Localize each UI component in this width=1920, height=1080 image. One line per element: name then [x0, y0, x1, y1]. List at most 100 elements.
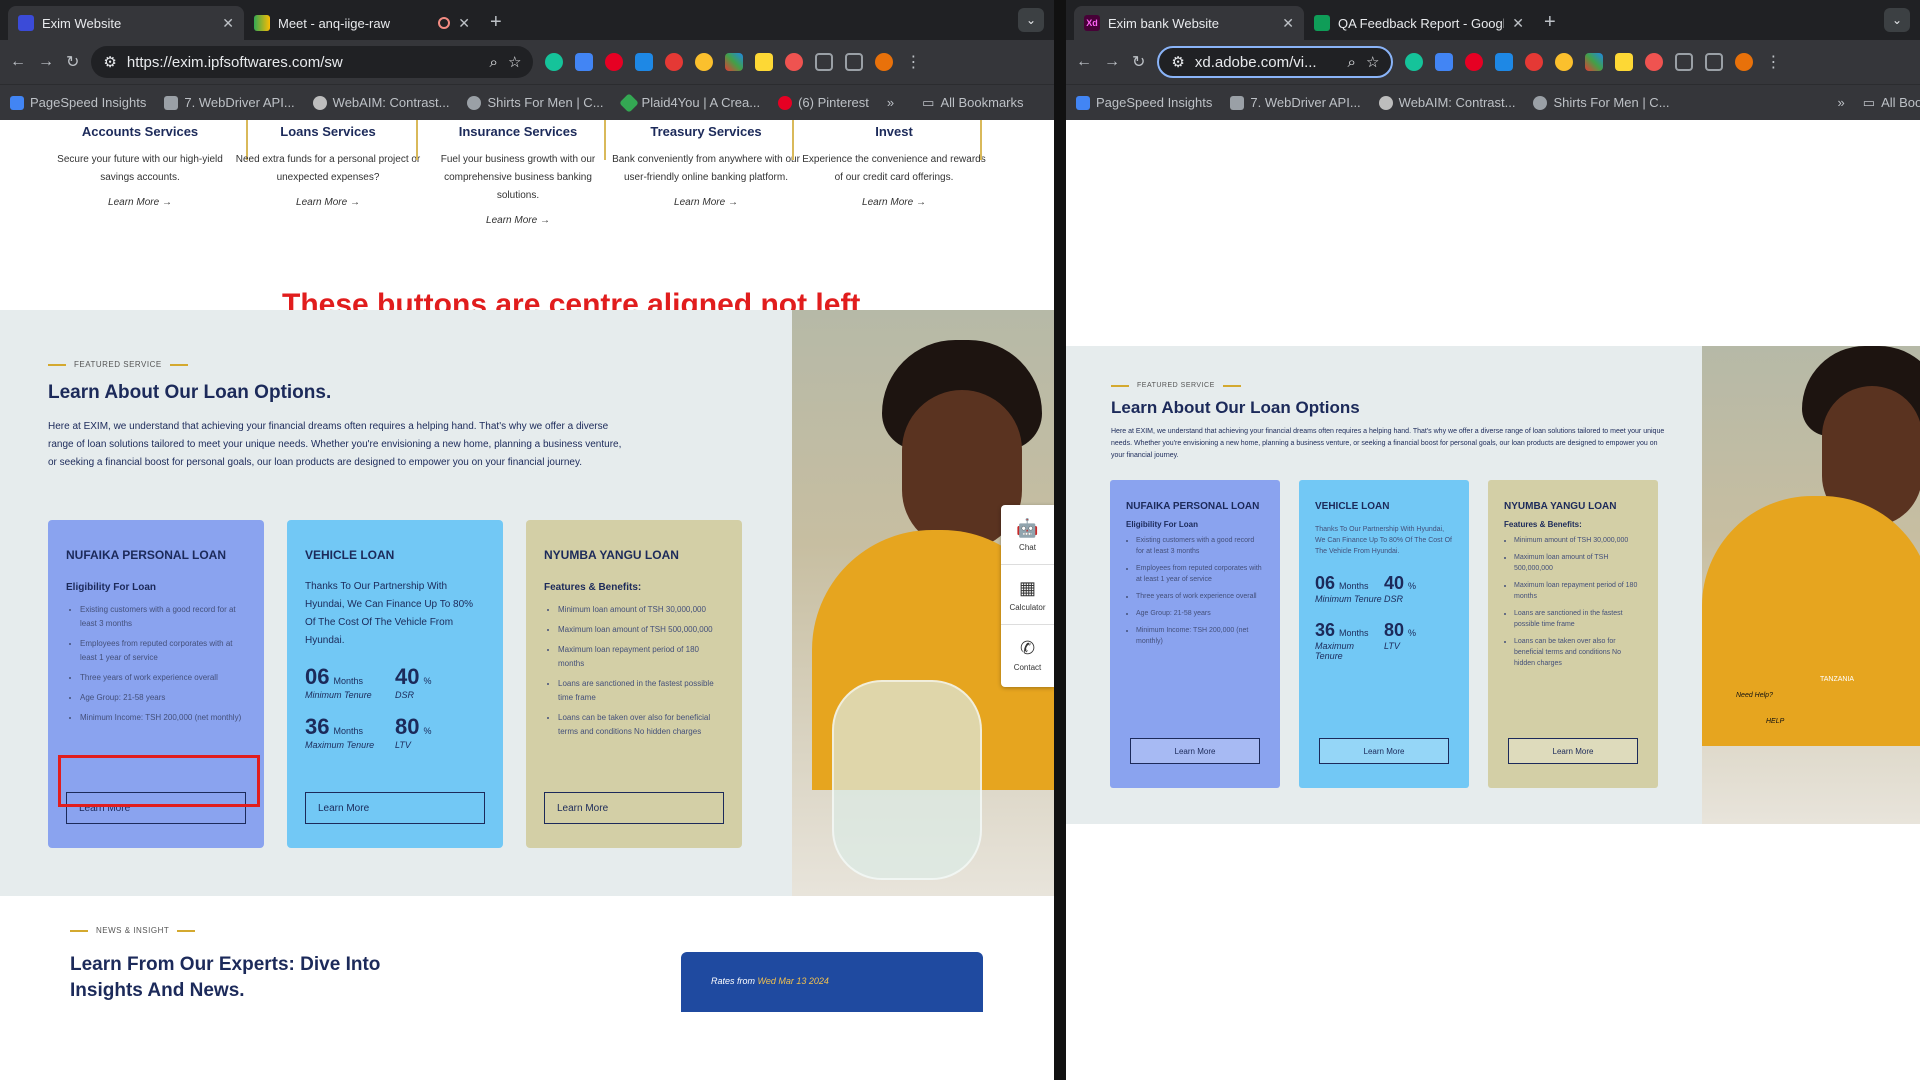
extensions-puzzle-icon[interactable]	[815, 53, 834, 71]
list-item: Maximum loan amount of TSH 500,000,000	[558, 623, 724, 637]
robot-icon: 🤖	[1016, 517, 1039, 538]
tab-meet[interactable]: Meet - anq-iige-raw ✕	[244, 6, 480, 40]
bookmark-item[interactable]: Plaid4You | A Crea...	[618, 92, 760, 113]
doc-icon	[1230, 95, 1245, 110]
learn-more-link[interactable]: Learn More →	[800, 197, 988, 208]
rates-date: Wed Mar 13 2024	[757, 976, 829, 986]
bookmark-item[interactable]: PageSpeed Insights	[10, 95, 146, 110]
all-bookmarks[interactable]: ▭ All Bookmarks	[1863, 95, 1920, 111]
reload-icon[interactable]: ↻	[66, 52, 79, 72]
profile-avatar-icon[interactable]	[1735, 53, 1754, 71]
zoom-icon[interactable]: ⌕	[490, 54, 498, 71]
back-icon[interactable]: ←	[10, 53, 26, 71]
all-bookmarks[interactable]: ▭ All Bookmarks	[922, 95, 1023, 111]
docs-extension-icon[interactable]	[575, 53, 594, 71]
ft-extension-icon[interactable]	[1495, 53, 1514, 71]
forward-icon[interactable]: →	[38, 53, 54, 71]
bookmark-item[interactable]: WebAIM: Contrast...	[1378, 95, 1515, 110]
learn-more-link[interactable]: Learn More →	[612, 197, 800, 208]
grammarly-extension-icon[interactable]	[1405, 53, 1424, 71]
search-extension-icon[interactable]	[695, 53, 714, 71]
pinterest-extension-icon[interactable]	[1465, 53, 1484, 71]
bookmark-item[interactable]: Shirts For Men | C...	[467, 95, 604, 110]
grammarly-extension-icon[interactable]	[545, 53, 564, 71]
bookmark-item[interactable]: (6) Pinterest	[778, 95, 869, 110]
magnet-extension-icon[interactable]	[1645, 53, 1664, 71]
menu-kebab-icon[interactable]: ⋮	[905, 52, 921, 72]
stat-max-tenure: 36 Months Maximum Tenure	[1315, 620, 1369, 661]
side-panel-icon[interactable]	[845, 53, 864, 71]
list-item: Three years of work experience overall	[80, 671, 246, 685]
tab-exim-website[interactable]: Exim Website ✕	[8, 6, 244, 40]
close-icon[interactable]: ✕	[222, 15, 234, 32]
chat-widget-button[interactable]: 🤖 Chat	[1001, 505, 1054, 565]
profile-avatar-icon[interactable]	[875, 53, 894, 71]
bookmark-item[interactable]: 7. WebDriver API...	[1230, 95, 1361, 110]
more-bookmarks-icon[interactable]: »	[887, 95, 894, 110]
bookmark-item[interactable]: PageSpeed Insights	[1076, 95, 1212, 110]
bookmark-item[interactable]: Shirts For Men | C...	[1533, 95, 1670, 110]
service-insurance: Insurance Services Fuel your business gr…	[424, 120, 612, 226]
learn-more-link[interactable]: Learn More →	[424, 215, 612, 226]
more-bookmarks-icon[interactable]: »	[1838, 95, 1845, 110]
learn-more-button[interactable]: Learn More	[544, 792, 724, 824]
new-tab-icon[interactable]: +	[1534, 11, 1566, 40]
back-icon[interactable]: ←	[1076, 53, 1092, 71]
learn-more-button[interactable]: Learn More	[1130, 738, 1260, 764]
learn-more-button[interactable]: Learn More	[305, 792, 485, 824]
calculator-widget-button[interactable]: ▦ Calculator	[1001, 565, 1054, 625]
bookmark-star-icon[interactable]: ☆	[508, 53, 521, 71]
help-label[interactable]: HELP	[1766, 718, 1784, 725]
learn-more-button[interactable]: Learn More	[1508, 738, 1638, 764]
tab-exim-bank-website[interactable]: Xd Exim bank Website ✕	[1074, 6, 1304, 40]
tab-search-chevron-icon[interactable]: ⌄	[1884, 8, 1910, 32]
tab-strip: Xd Exim bank Website ✕ QA Feedback Repor…	[1066, 0, 1920, 40]
learn-more-button[interactable]: Learn More	[1319, 738, 1449, 764]
bookmark-label: Shirts For Men | C...	[487, 95, 604, 110]
docs-extension-icon[interactable]	[1435, 53, 1454, 71]
learn-more-link[interactable]: Learn More →	[46, 197, 234, 208]
contact-widget-button[interactable]: ✆ Contact	[1001, 625, 1054, 685]
reload-icon[interactable]: ↻	[1132, 52, 1145, 72]
close-icon[interactable]: ✕	[1282, 15, 1294, 32]
colorzilla-extension-icon[interactable]	[1585, 53, 1604, 71]
address-bar[interactable]: ⚙ xd.adobe.com/vi... ⌕ ☆	[1157, 46, 1394, 78]
site-settings-icon[interactable]: ⚙	[1171, 53, 1184, 71]
zoom-icon[interactable]: ⌕	[1348, 54, 1356, 71]
bookmark-item[interactable]: WebAIM: Contrast...	[312, 95, 449, 110]
menu-kebab-icon[interactable]: ⋮	[1765, 52, 1781, 72]
pinterest-extension-icon[interactable]	[605, 53, 624, 71]
folder-icon: ▭	[1862, 94, 1876, 110]
a-extension-icon[interactable]	[755, 53, 774, 71]
bookmark-item[interactable]: 7. WebDriver API...	[164, 95, 295, 110]
card-title: NYUMBA YANGU LOAN	[1504, 501, 1617, 512]
learn-more-link[interactable]: Learn More →	[234, 197, 422, 208]
side-panel-icon[interactable]	[1705, 53, 1724, 71]
magnet-extension-icon[interactable]	[785, 53, 804, 71]
site-settings-icon[interactable]: ⚙	[103, 53, 116, 71]
extensions-puzzle-icon[interactable]	[1675, 53, 1694, 71]
list-item: Minimum Income: TSH 200,000 (net monthly…	[80, 711, 246, 725]
address-bar[interactable]: ⚙ https://exim.ipfsoftwares.com/sw ⌕ ☆	[91, 46, 534, 78]
bookmark-star-icon[interactable]: ☆	[1366, 53, 1379, 71]
tab-qa-feedback[interactable]: QA Feedback Report - Google ✕	[1304, 6, 1534, 40]
stat-min-tenure: 06 Months Minimum Tenure	[305, 664, 372, 700]
close-icon[interactable]: ✕	[1512, 15, 1524, 32]
list-item: Existing customers with a good record fo…	[80, 603, 246, 631]
services-row: Accounts Services Secure your future wit…	[0, 120, 1054, 308]
colorzilla-extension-icon[interactable]	[725, 53, 744, 71]
new-tab-icon[interactable]: +	[480, 11, 512, 40]
stat-ltv: 80% LTV	[395, 714, 432, 750]
a-extension-icon[interactable]	[1615, 53, 1634, 71]
region-selector[interactable]: TANZANIA	[1820, 676, 1854, 683]
ft-extension-icon[interactable]	[635, 53, 654, 71]
list-item: Employees from reputed corporates with a…	[80, 637, 246, 665]
block-extension-icon[interactable]	[1525, 53, 1544, 71]
folder-icon: ▭	[922, 94, 935, 110]
list-item: Loans can be taken over also for benefic…	[558, 711, 724, 739]
search-extension-icon[interactable]	[1555, 53, 1574, 71]
block-extension-icon[interactable]	[665, 53, 684, 71]
forward-icon[interactable]: →	[1104, 53, 1120, 71]
tab-search-chevron-icon[interactable]: ⌄	[1018, 8, 1044, 32]
close-icon[interactable]: ✕	[458, 15, 470, 32]
